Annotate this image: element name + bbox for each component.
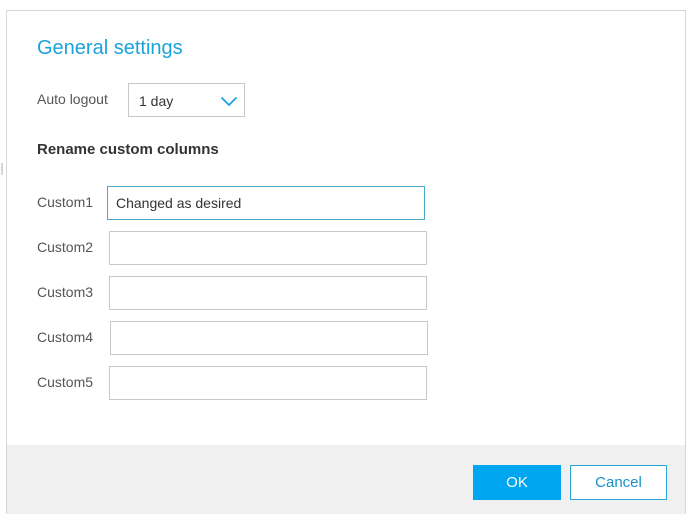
custom3-label: Custom3 bbox=[37, 284, 94, 300]
auto-logout-selected-value: 1 day bbox=[139, 93, 174, 109]
auto-logout-select[interactable]: 1 day bbox=[128, 83, 245, 117]
scroll-edge-mark bbox=[1, 163, 3, 175]
ok-button[interactable]: OK bbox=[473, 465, 561, 500]
general-settings-dialog: General settings Auto logout 1 day Renam… bbox=[6, 10, 686, 514]
auto-logout-label: Auto logout bbox=[37, 91, 108, 107]
cancel-button[interactable]: Cancel bbox=[570, 465, 667, 500]
dialog-title: General settings bbox=[37, 37, 183, 59]
custom4-input[interactable] bbox=[110, 321, 428, 355]
custom5-label: Custom5 bbox=[37, 374, 94, 390]
rename-custom-columns-heading: Rename custom columns bbox=[37, 141, 219, 158]
custom2-input[interactable] bbox=[109, 231, 427, 265]
custom3-input[interactable] bbox=[109, 276, 427, 310]
dialog-footer: OK Cancel bbox=[7, 445, 685, 514]
custom4-label: Custom4 bbox=[37, 329, 94, 345]
custom5-input[interactable] bbox=[109, 366, 427, 400]
chevron-down-icon bbox=[221, 97, 237, 106]
custom1-label: Custom1 bbox=[37, 194, 94, 210]
custom2-label: Custom2 bbox=[37, 239, 94, 255]
custom1-input[interactable] bbox=[107, 186, 425, 220]
